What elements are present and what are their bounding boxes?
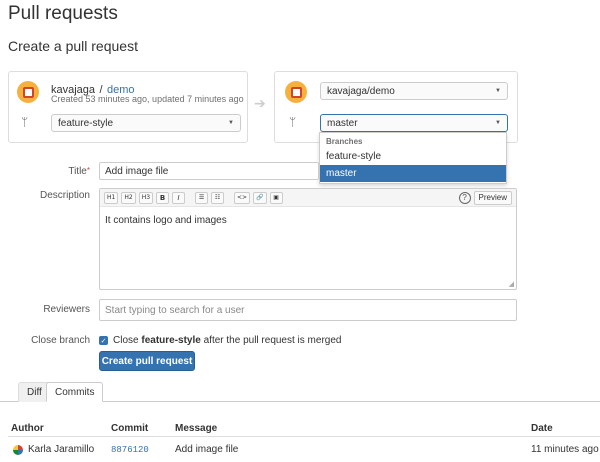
link-button[interactable]: 🔗 (253, 191, 267, 204)
destination-branch-value: master (327, 117, 358, 129)
close-branch-branch-name: feature-style (141, 335, 201, 346)
table-row: Karla Jaramillo 8876120 Add image file 1… (0, 440, 600, 460)
author-avatar (13, 445, 23, 455)
source-repo-meta: Created 53 minutes ago, updated 7 minute… (51, 94, 244, 104)
commit-author: Karla Jaramillo (28, 444, 95, 455)
destination-repo-select[interactable]: kavajaga/demo ▼ (320, 82, 508, 100)
close-branch-label: Close branch (31, 335, 90, 346)
italic-button[interactable]: I (172, 191, 186, 204)
commit-date: 11 minutes ago (531, 444, 599, 455)
title-input-value: Add image file (105, 165, 169, 177)
description-label: Description (39, 190, 90, 201)
description-textarea[interactable]: It contains logo and images (100, 207, 516, 234)
reviewers-input[interactable]: Start typing to search for a user (99, 299, 517, 321)
column-header-date: Date (531, 423, 553, 434)
reviewers-placeholder: Start typing to search for a user (105, 304, 245, 316)
preview-button[interactable]: Preview (473, 190, 512, 205)
arrow-right-icon: ➔ (254, 96, 266, 112)
page-title: Pull requests (8, 3, 118, 24)
commit-hash-link[interactable]: 8876120 (111, 445, 149, 455)
source-branch-select[interactable]: feature-style ▼ (51, 114, 241, 132)
source-branch-value: feature-style (58, 117, 114, 129)
column-header-author: Author (11, 423, 44, 434)
destination-repo-value: kavajaga/demo (327, 85, 395, 97)
tab-commits[interactable]: Commits (46, 382, 104, 402)
bullet-list-button[interactable]: ☰ (195, 191, 209, 204)
column-header-message: Message (175, 423, 218, 434)
required-marker: * (86, 166, 90, 175)
bold-button[interactable]: B (156, 191, 170, 204)
destination-branch-select[interactable]: master ▼ (320, 114, 508, 132)
chevron-down-icon: ▼ (228, 120, 234, 126)
table-header-divider (8, 436, 600, 437)
chevron-down-icon: ▼ (495, 120, 501, 126)
title-input[interactable]: Add image file (99, 162, 319, 180)
chevron-down-icon: ▼ (495, 88, 501, 94)
reviewers-label: Reviewers (43, 304, 90, 315)
heading-2-button[interactable]: H2 (121, 191, 136, 204)
branch-icon: ᛘ (21, 115, 29, 129)
source-repo-avatar (17, 81, 39, 103)
image-button[interactable]: ▣ (269, 191, 283, 204)
branch-dropdown: Branches feature-style master (319, 132, 507, 184)
numbered-list-button[interactable]: ☷ (211, 191, 225, 204)
close-branch-option: ✓ Close feature-style after the pull req… (99, 335, 341, 346)
resize-handle-icon[interactable]: ◢ (509, 280, 514, 288)
source-repo-panel: kavajaga / demo Created 53 minutes ago, … (8, 71, 248, 143)
create-pull-request-button[interactable]: Create pull request (99, 351, 195, 371)
code-button[interactable]: <> (234, 191, 251, 204)
dropdown-option-feature-style[interactable]: feature-style (320, 148, 506, 165)
heading-1-button[interactable]: H1 (104, 191, 119, 204)
dropdown-header: Branches (326, 137, 363, 146)
heading-3-button[interactable]: H3 (138, 191, 154, 204)
branch-icon: ᛘ (289, 115, 297, 129)
description-editor: H1 H2 H3 B I ☰ ☷ <> 🔗 ▣ ? Preview It con… (99, 188, 517, 290)
help-icon[interactable]: ? (458, 191, 471, 204)
title-label: Title* (68, 166, 90, 177)
dropdown-option-master[interactable]: master (320, 165, 506, 182)
page-subtitle: Create a pull request (8, 38, 138, 54)
column-header-commit: Commit (111, 423, 149, 434)
destination-repo-avatar (285, 81, 307, 103)
close-branch-checkbox[interactable]: ✓ (99, 336, 108, 345)
editor-toolbar: H1 H2 H3 B I ☰ ☷ <> 🔗 ▣ ? Preview (100, 189, 516, 207)
close-branch-text: Close feature-style after the pull reque… (113, 335, 342, 346)
commit-message: Add image file (175, 444, 239, 455)
